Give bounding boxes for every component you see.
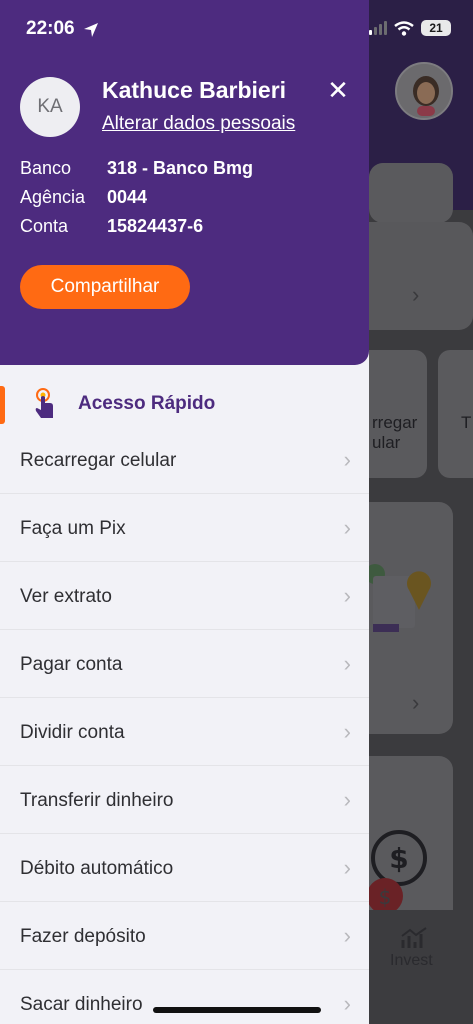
account-label: Conta [20, 216, 69, 236]
account-row: Conta 15824437-6 [20, 216, 203, 237]
menu-item-faca-um-pix[interactable]: Faça um Pix › [0, 494, 369, 562]
chevron-right-icon: › [343, 719, 351, 744]
chevron-right-icon: › [343, 923, 351, 948]
chevron-right-icon: › [343, 651, 351, 676]
chevron-right-icon: › [412, 690, 420, 715]
background-card-label: rregar [372, 413, 418, 432]
tap-finger-icon [35, 388, 53, 418]
menu-item-debito-automatico[interactable]: Débito automático › [0, 834, 369, 902]
location-arrow-icon [84, 23, 98, 37]
wifi-icon [394, 20, 414, 36]
coins-illustration-icon: $ $ [369, 830, 427, 910]
menu-item-dividir-conta[interactable]: Dividir conta › [0, 698, 369, 766]
chevron-right-icon: › [343, 583, 351, 608]
side-drawer: 22:06 KA Kathuce Barbieri Alterar dados … [0, 0, 369, 1024]
menu-item-label: Faça um Pix [20, 518, 126, 539]
menu-item-transferir-dinheiro[interactable]: Transferir dinheiro › [0, 766, 369, 834]
chevron-right-icon: › [343, 515, 351, 540]
quick-access-menu: Recarregar celular › Faça um Pix › Ver ext… [0, 426, 369, 1024]
agency-value: 0044 [107, 187, 148, 207]
menu-item-label: Pagar conta [20, 654, 123, 675]
bank-value: 318 - Banco Bmg [107, 158, 254, 178]
status-icons: 21 [369, 20, 451, 36]
chevron-right-icon: › [412, 282, 420, 307]
menu-item-sacar-dinheiro[interactable]: Sacar dinheiro › [0, 970, 369, 1024]
document-illustration-icon [369, 564, 431, 632]
menu-item-ver-extrato[interactable]: Ver extrato › [0, 562, 369, 630]
edit-personal-data-link[interactable]: Alterar dados pessoais [102, 113, 295, 135]
cellular-signal-icon [369, 21, 387, 35]
drawer-header: 22:06 KA Kathuce Barbieri Alterar dados … [0, 0, 369, 365]
agency-label: Agência [20, 187, 86, 207]
menu-item-label: Fazer depósito [20, 926, 146, 947]
svg-text:$: $ [389, 842, 408, 875]
avatar[interactable]: KA [20, 77, 80, 137]
active-indicator [0, 386, 5, 424]
quick-access-title: Acesso Rápido [78, 393, 216, 414]
menu-item-label: Recarregar celular [20, 450, 177, 471]
profile-photo-avatar[interactable] [395, 62, 453, 120]
bank-label: Banco [20, 158, 72, 178]
agency-row: Agência 0044 [20, 187, 147, 208]
menu-item-label: Dividir conta [20, 722, 125, 743]
menu-item-label: Ver extrato [20, 586, 112, 607]
bank-row: Banco 318 - Banco Bmg [20, 158, 253, 179]
background-card [369, 163, 453, 223]
background-card-label: T [461, 413, 472, 432]
menu-item-label: Transferir dinheiro [20, 790, 174, 811]
account-value: 15824437-6 [107, 216, 204, 236]
background-card [369, 222, 473, 330]
svg-text:$: $ [379, 885, 392, 909]
nav-invest-label[interactable]: Invest [390, 952, 433, 970]
menu-item-label: Débito automático [20, 858, 174, 879]
status-time: 22:06 [26, 18, 75, 39]
menu-item-recarregar-celular[interactable]: Recarregar celular › [0, 426, 369, 494]
battery-icon: 21 [421, 20, 451, 36]
chevron-right-icon: › [343, 787, 351, 812]
menu-item-fazer-deposito[interactable]: Fazer depósito › [0, 902, 369, 970]
chevron-right-icon: › [343, 447, 351, 472]
user-name: Kathuce Barbieri [102, 77, 287, 103]
invest-chart-icon[interactable] [400, 926, 428, 952]
menu-item-label: Sacar dinheiro [20, 994, 143, 1015]
background-card-label: ular [372, 433, 401, 452]
share-button[interactable]: Compartilhar [20, 265, 190, 309]
home-indicator[interactable] [153, 1007, 321, 1013]
chevron-right-icon: › [343, 991, 351, 1016]
close-icon[interactable]: ✕ [325, 77, 351, 103]
menu-item-pagar-conta[interactable]: Pagar conta › [0, 630, 369, 698]
chevron-right-icon: › [343, 855, 351, 880]
